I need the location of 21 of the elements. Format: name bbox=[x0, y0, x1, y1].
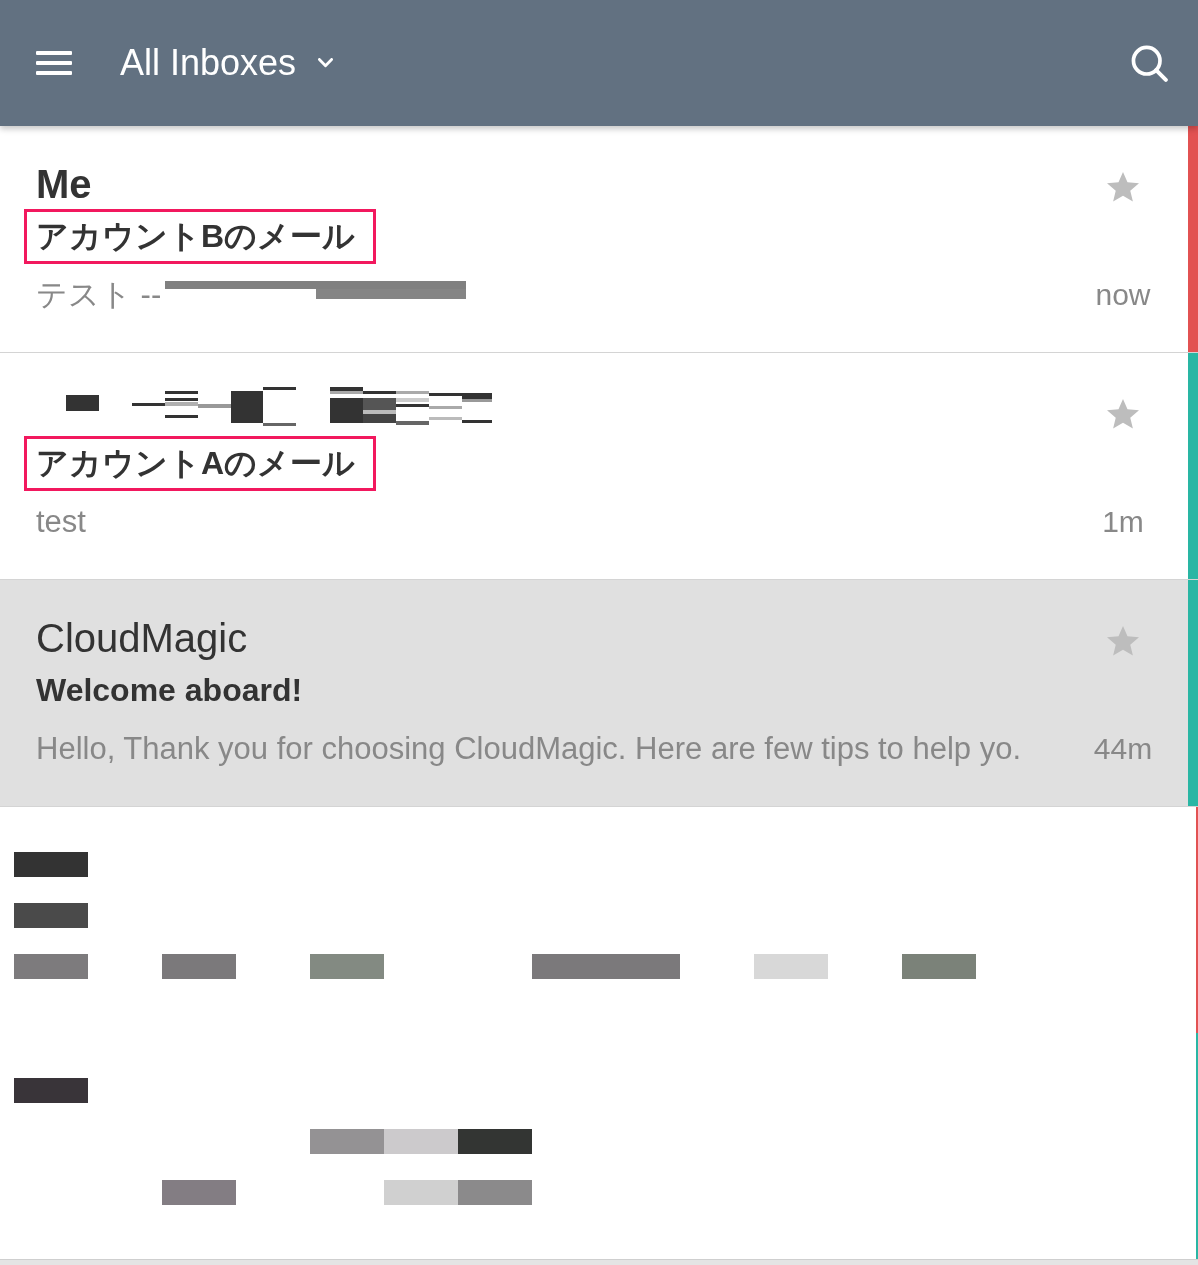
menu-icon[interactable] bbox=[36, 51, 72, 75]
email-time: 44m bbox=[1093, 731, 1153, 767]
search-icon[interactable] bbox=[1131, 44, 1168, 82]
email-subject: アカウントAのメール bbox=[36, 444, 356, 483]
email-time: 1m bbox=[1102, 504, 1144, 540]
email-preview: Hello, Thank you for choosing CloudMagic. Here are few tips to help yo. bbox=[36, 730, 1022, 768]
email-row[interactable]: CloudMagic Welcome aboard! Hello, Thank you for choosing CloudMagic. Here are few tips to help yo. 44m bbox=[0, 580, 1198, 807]
email-time: now bbox=[1095, 277, 1151, 313]
inbox-dropdown[interactable]: All Inboxes bbox=[120, 42, 334, 84]
email-subject: Welcome aboard! bbox=[36, 671, 303, 710]
email-row[interactable]: アカウントAのメール test 1m bbox=[0, 353, 1198, 580]
email-subject: アカウントBのメール bbox=[36, 217, 356, 256]
chevron-down-icon bbox=[318, 58, 334, 68]
email-preview: テスト -- bbox=[36, 276, 162, 314]
star-icon[interactable] bbox=[1107, 172, 1139, 202]
email-row[interactable]: Me アカウントBのメール テスト -- now bbox=[0, 126, 1198, 353]
star-icon[interactable] bbox=[1107, 399, 1139, 429]
star-icon[interactable] bbox=[1107, 626, 1139, 656]
email-preview: test bbox=[36, 503, 86, 541]
email-sender: Me bbox=[36, 161, 92, 208]
email-sender: CloudMagic bbox=[36, 615, 248, 662]
